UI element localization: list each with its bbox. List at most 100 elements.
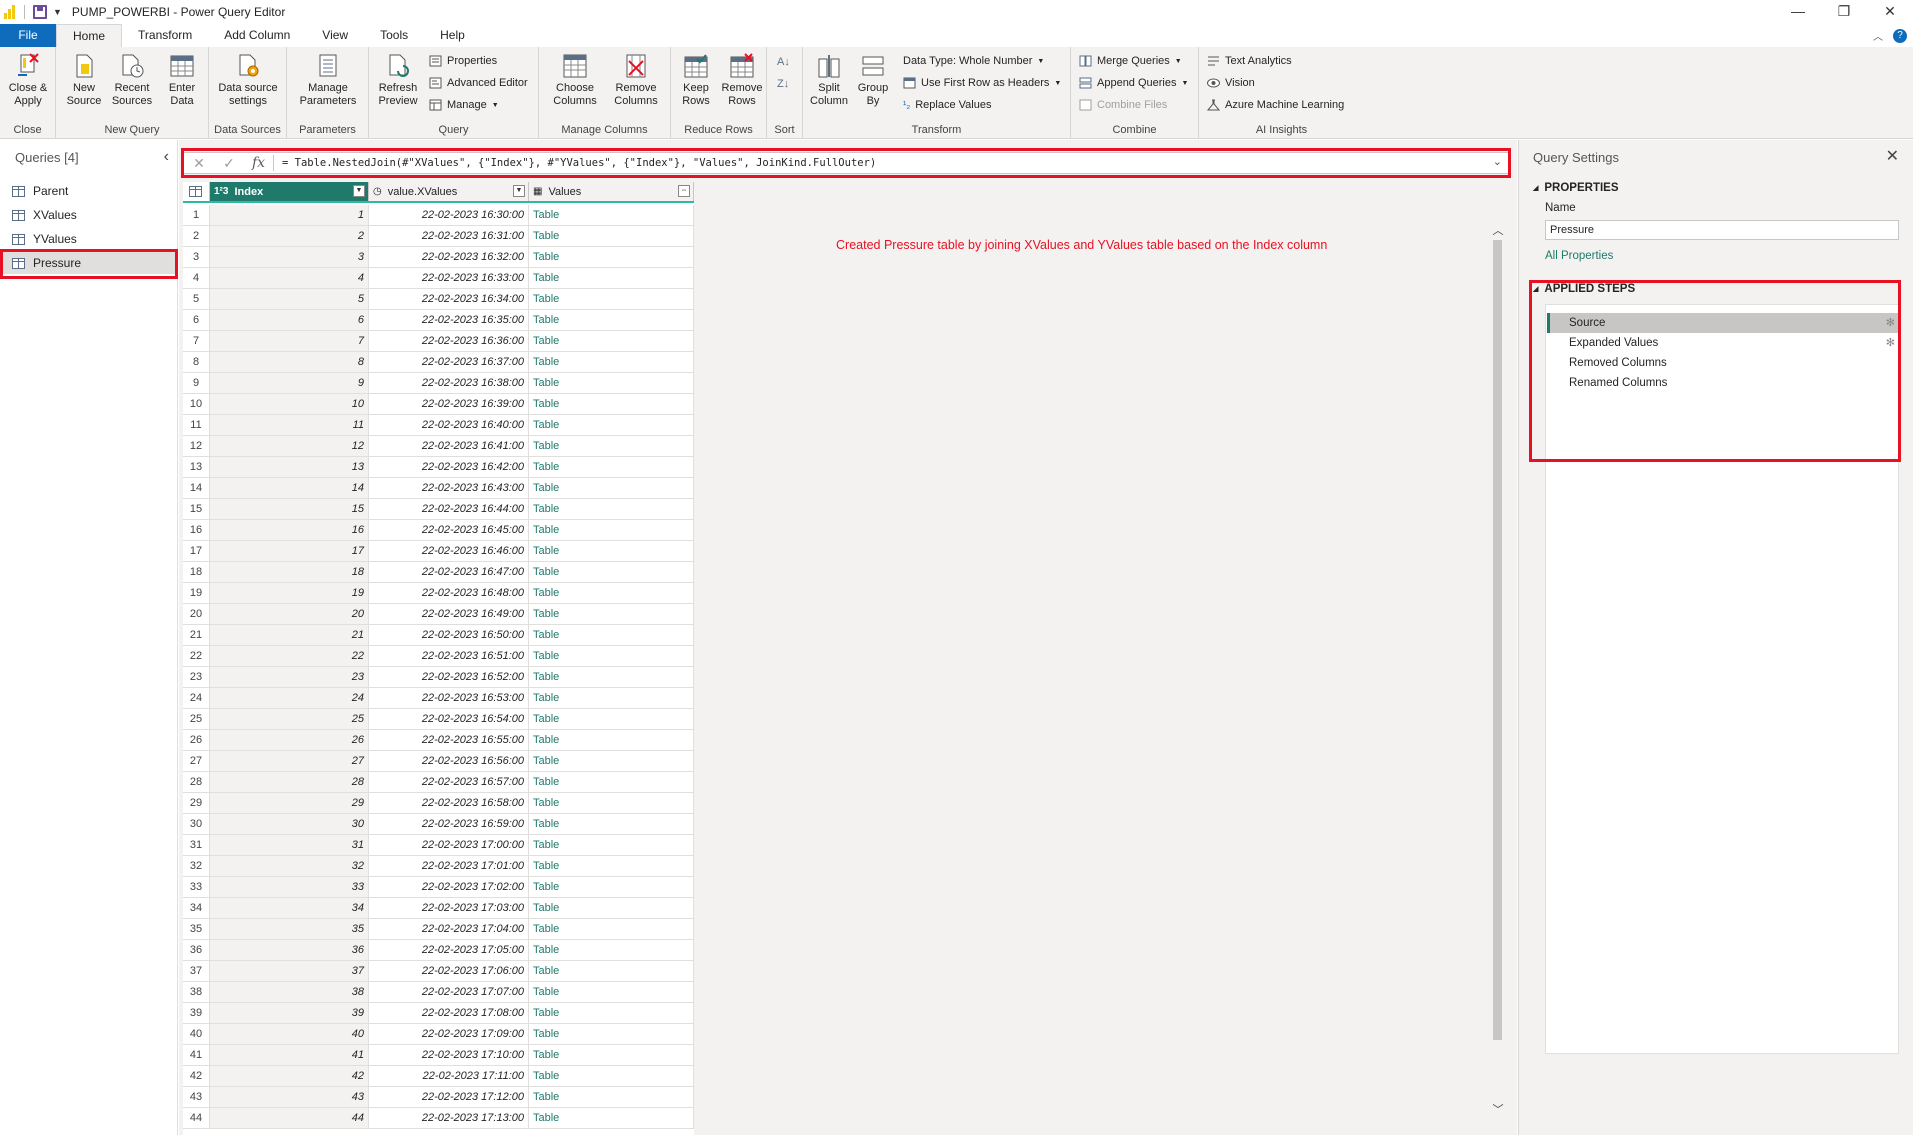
scrollbar-thumb[interactable] xyxy=(1493,240,1502,1040)
column-header-index[interactable]: 1²3 Index ▼ xyxy=(210,182,369,201)
values-cell[interactable]: Table xyxy=(529,877,694,897)
manage-button[interactable]: Manage ▼ xyxy=(429,96,499,114)
combine-files-button[interactable]: Combine Files xyxy=(1079,96,1167,114)
table-row[interactable]: 9 9 22-02-2023 16:38:00 Table xyxy=(183,373,694,394)
values-cell[interactable]: Table xyxy=(529,667,694,687)
values-cell[interactable]: Table xyxy=(529,394,694,414)
values-cell[interactable]: Table xyxy=(529,478,694,498)
table-row[interactable]: 11 11 22-02-2023 16:40:00 Table xyxy=(183,415,694,436)
data-type-button[interactable]: Data Type: Whole Number ▼ xyxy=(903,52,1044,70)
group-by-button[interactable]: Group By xyxy=(855,53,891,108)
refresh-preview-button[interactable]: Refresh Preview xyxy=(373,53,423,108)
query-item-parent[interactable]: Parent xyxy=(2,180,176,202)
step-source[interactable]: Source ✻ xyxy=(1547,313,1899,333)
values-cell[interactable]: Table xyxy=(529,247,694,267)
table-row[interactable]: 19 19 22-02-2023 16:48:00 Table xyxy=(183,583,694,604)
quick-access-dropdown-icon[interactable]: ▼ xyxy=(53,7,62,17)
table-row[interactable]: 34 34 22-02-2023 17:03:00 Table xyxy=(183,898,694,919)
table-row[interactable]: 4 4 22-02-2023 16:33:00 Table xyxy=(183,268,694,289)
values-cell[interactable]: Table xyxy=(529,562,694,582)
table-row[interactable]: 16 16 22-02-2023 16:45:00 Table xyxy=(183,520,694,541)
table-row[interactable]: 29 29 22-02-2023 16:58:00 Table xyxy=(183,793,694,814)
step-settings-gear-icon[interactable]: ✻ xyxy=(1886,313,1895,333)
table-row[interactable]: 15 15 22-02-2023 16:44:00 Table xyxy=(183,499,694,520)
expand-formula-icon[interactable]: ⌄ xyxy=(1493,155,1502,168)
values-cell[interactable]: Table xyxy=(529,1045,694,1065)
table-row[interactable]: 32 32 22-02-2023 17:01:00 Table xyxy=(183,856,694,877)
tab-transform[interactable]: Transform xyxy=(122,24,208,47)
values-cell[interactable]: Table xyxy=(529,541,694,561)
values-cell[interactable]: Table xyxy=(529,1024,694,1044)
values-cell[interactable]: Table xyxy=(529,436,694,456)
table-row[interactable]: 25 25 22-02-2023 16:54:00 Table xyxy=(183,709,694,730)
keep-rows-button[interactable]: Keep Rows xyxy=(675,53,717,108)
sort-descending-button[interactable]: Z↓ xyxy=(777,75,789,93)
sort-ascending-button[interactable]: A↓ xyxy=(777,53,790,71)
values-cell[interactable]: Table xyxy=(529,415,694,435)
table-row[interactable]: 28 28 22-02-2023 16:57:00 Table xyxy=(183,772,694,793)
vision-button[interactable]: Vision xyxy=(1207,74,1255,92)
values-cell[interactable]: Table xyxy=(529,1066,694,1086)
table-row[interactable]: 6 6 22-02-2023 16:35:00 Table xyxy=(183,310,694,331)
table-row[interactable]: 12 12 22-02-2023 16:41:00 Table xyxy=(183,436,694,457)
step-expanded-values[interactable]: Expanded Values ✻ xyxy=(1547,333,1899,353)
data-source-settings-button[interactable]: Data source settings xyxy=(215,53,281,108)
values-cell[interactable]: Table xyxy=(529,898,694,918)
close-settings-icon[interactable]: ✕ xyxy=(1886,146,1899,166)
scroll-up-icon[interactable]: ︿ xyxy=(1491,222,1505,238)
remove-rows-button[interactable]: Remove Rows xyxy=(719,53,765,108)
minimize-icon[interactable]: — xyxy=(1775,0,1821,24)
values-cell[interactable]: Table xyxy=(529,310,694,330)
tab-home[interactable]: Home xyxy=(56,24,123,47)
values-cell[interactable]: Table xyxy=(529,751,694,771)
table-row[interactable]: 8 8 22-02-2023 16:37:00 Table xyxy=(183,352,694,373)
values-cell[interactable]: Table xyxy=(529,1087,694,1107)
values-cell[interactable]: Table xyxy=(529,226,694,246)
values-cell[interactable]: Table xyxy=(529,1108,694,1128)
collapse-queries-icon[interactable]: ‹ xyxy=(164,148,169,166)
enter-data-button[interactable]: Enter Data xyxy=(162,53,202,108)
recent-sources-button[interactable]: Recent Sources xyxy=(110,53,154,108)
column-filter-icon[interactable]: ▼ xyxy=(513,185,525,197)
values-cell[interactable]: Table xyxy=(529,793,694,813)
values-cell[interactable]: Table xyxy=(529,625,694,645)
values-cell[interactable]: Table xyxy=(529,772,694,792)
choose-columns-button[interactable]: Choose Columns xyxy=(547,53,603,108)
values-cell[interactable]: Table xyxy=(529,919,694,939)
table-row[interactable]: 22 22 22-02-2023 16:51:00 Table xyxy=(183,646,694,667)
scroll-down-icon[interactable]: ﹀ xyxy=(1491,1101,1505,1117)
values-cell[interactable]: Table xyxy=(529,289,694,309)
values-cell[interactable]: Table xyxy=(529,352,694,372)
table-row[interactable]: 14 14 22-02-2023 16:43:00 Table xyxy=(183,478,694,499)
values-cell[interactable]: Table xyxy=(529,1003,694,1023)
table-row[interactable]: 24 24 22-02-2023 16:53:00 Table xyxy=(183,688,694,709)
table-row[interactable]: 37 37 22-02-2023 17:06:00 Table xyxy=(183,961,694,982)
query-item-pressure[interactable]: Pressure xyxy=(2,252,176,274)
values-cell[interactable]: Table xyxy=(529,835,694,855)
values-cell[interactable]: Table xyxy=(529,730,694,750)
values-cell[interactable]: Table xyxy=(529,583,694,603)
advanced-editor-button[interactable]: Advanced Editor xyxy=(429,74,528,92)
tab-add-column[interactable]: Add Column xyxy=(208,24,306,47)
vertical-scrollbar[interactable]: ︿ ﹀ xyxy=(1491,222,1505,1117)
step-settings-gear-icon[interactable]: ✻ xyxy=(1886,333,1895,353)
values-cell[interactable]: Table xyxy=(529,205,694,225)
table-row[interactable]: 5 5 22-02-2023 16:34:00 Table xyxy=(183,289,694,310)
values-cell[interactable]: Table xyxy=(529,940,694,960)
column-header-xvalues[interactable]: ◷ value.XValues ▼ xyxy=(369,182,529,201)
table-row[interactable]: 43 43 22-02-2023 17:12:00 Table xyxy=(183,1087,694,1108)
values-cell[interactable]: Table xyxy=(529,457,694,477)
table-row[interactable]: 40 40 22-02-2023 17:09:00 Table xyxy=(183,1024,694,1045)
table-row[interactable]: 17 17 22-02-2023 16:46:00 Table xyxy=(183,541,694,562)
values-cell[interactable]: Table xyxy=(529,709,694,729)
tab-file[interactable]: File xyxy=(0,24,56,47)
values-cell[interactable]: Table xyxy=(529,856,694,876)
values-cell[interactable]: Table xyxy=(529,982,694,1002)
table-row[interactable]: 26 26 22-02-2023 16:55:00 Table xyxy=(183,730,694,751)
remove-columns-button[interactable]: Remove Columns xyxy=(607,53,665,108)
table-row[interactable]: 1 1 22-02-2023 16:30:00 Table xyxy=(183,205,694,226)
table-row[interactable]: 18 18 22-02-2023 16:47:00 Table xyxy=(183,562,694,583)
table-row[interactable]: 36 36 22-02-2023 17:05:00 Table xyxy=(183,940,694,961)
replace-values-button[interactable]: ¹₂ Replace Values xyxy=(903,96,991,114)
table-row[interactable]: 31 31 22-02-2023 17:00:00 Table xyxy=(183,835,694,856)
